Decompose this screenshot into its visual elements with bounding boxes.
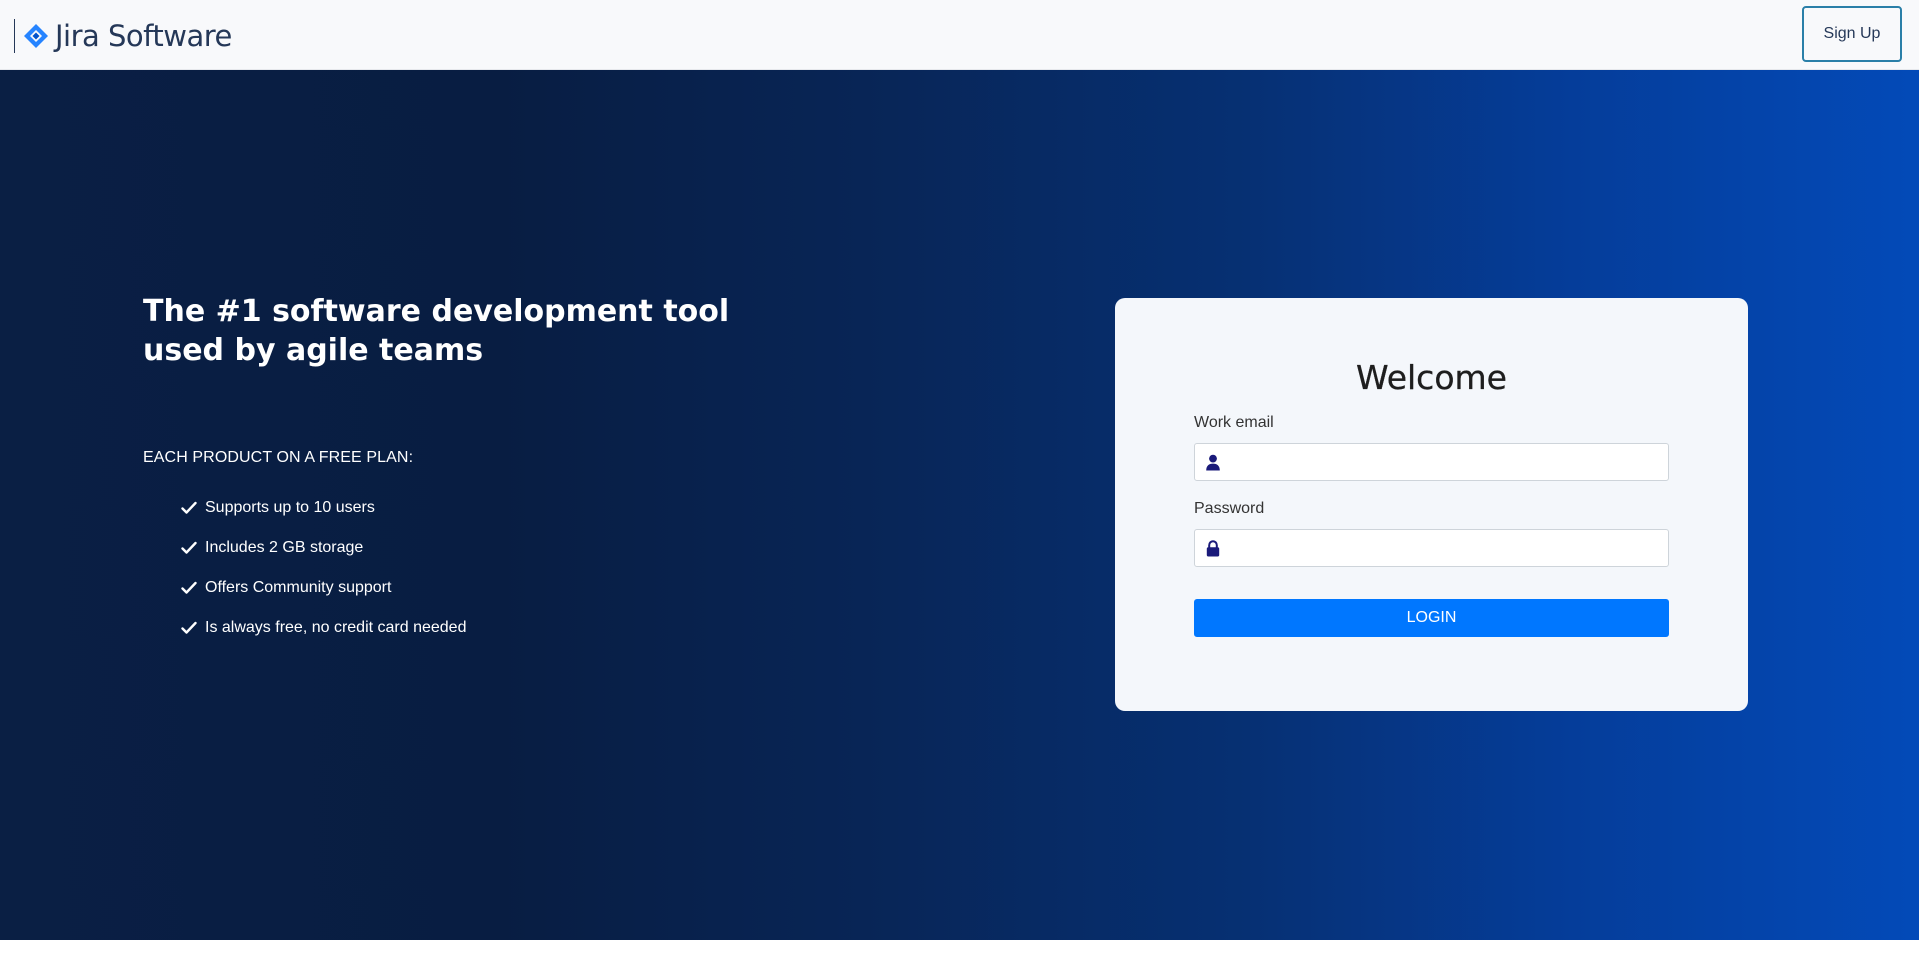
login-card: Welcome Work email Password LOGIN — [1115, 298, 1748, 711]
welcome-title: Welcome — [1356, 358, 1507, 397]
feature-item: Offers Community support — [181, 568, 466, 608]
feature-label: Includes 2 GB storage — [205, 539, 364, 556]
password-field[interactable] — [1194, 529, 1669, 567]
email-field[interactable] — [1194, 443, 1669, 481]
check-icon — [181, 621, 197, 634]
password-input[interactable] — [1231, 530, 1661, 566]
feature-item: Is always free, no credit card needed — [181, 608, 466, 648]
check-icon — [181, 581, 197, 594]
user-icon — [1206, 454, 1220, 471]
sign-up-button[interactable]: Sign Up — [1802, 6, 1902, 62]
check-icon — [181, 501, 197, 514]
feature-list: Supports up to 10 users Includes 2 GB st… — [181, 488, 466, 648]
feature-item: Includes 2 GB storage — [181, 528, 466, 568]
lock-icon — [1206, 540, 1220, 557]
feature-label: Is always free, no credit card needed — [205, 619, 467, 636]
free-plan-heading: EACH PRODUCT ON A FREE PLAN: — [143, 449, 414, 466]
top-navbar: Jira Software Sign Up — [0, 0, 1919, 70]
jira-logo[interactable]: Jira Software — [14, 18, 232, 54]
feature-label: Offers Community support — [205, 579, 392, 596]
jira-diamond-icon — [24, 24, 48, 48]
logo-divider — [14, 19, 15, 53]
password-label: Password — [1194, 500, 1265, 517]
feature-label: Supports up to 10 users — [205, 499, 375, 516]
hero-headline: The #1 software development tool used by… — [143, 294, 730, 368]
page-bottom-edge — [0, 940, 1919, 957]
login-button[interactable]: LOGIN — [1194, 599, 1669, 637]
brand-name: Jira Software — [55, 19, 232, 53]
feature-item: Supports up to 10 users — [181, 488, 466, 528]
check-icon — [181, 541, 197, 554]
email-input[interactable] — [1231, 444, 1661, 480]
email-label: Work email — [1194, 414, 1274, 431]
